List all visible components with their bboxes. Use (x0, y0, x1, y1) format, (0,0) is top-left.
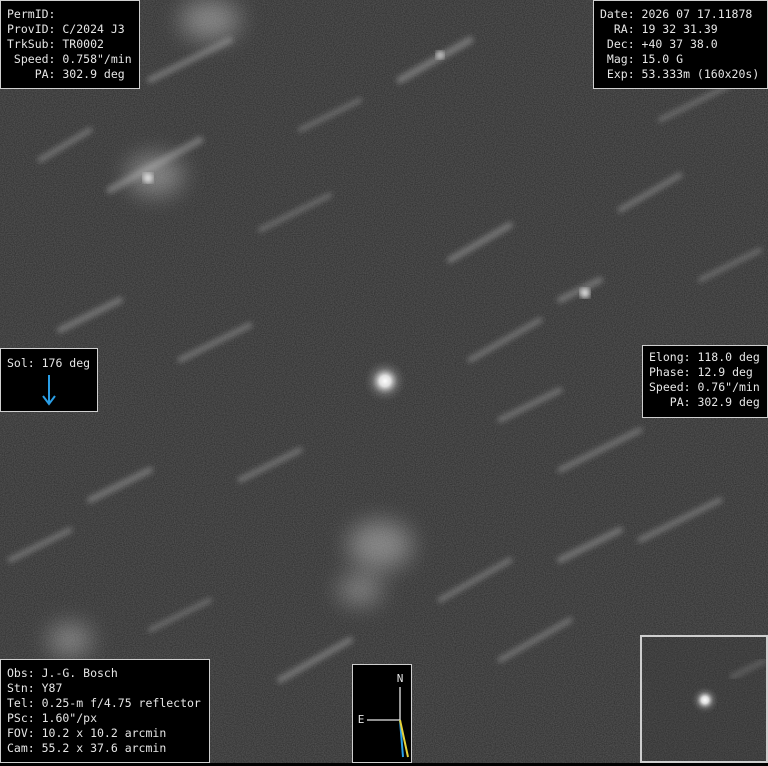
exposure-line: Exp: 53.333m (160x20s) (600, 67, 760, 81)
object-info-panel: PermID: ProvID: C/2024 J3 TrkSub: TR0002… (0, 0, 140, 89)
sol-label: Sol: 176 deg (7, 356, 91, 370)
target-zoom-inset (640, 635, 768, 763)
observation-info-panel: Date: 2026 07 17.11878 RA: 19 32 31.39 D… (593, 0, 768, 89)
camera-line: Cam: 55.2 x 37.6 arcmin (7, 741, 167, 755)
sun-direction-arrow-icon (42, 375, 56, 406)
dec-line: Dec: +40 37 38.0 (600, 37, 718, 51)
pa-line: PA: 302.9 deg (649, 395, 760, 409)
station-line: Stn: Y87 (7, 681, 63, 695)
phase-line: Phase: 12.9 deg (649, 365, 753, 379)
fov-line: FOV: 10.2 x 10.2 arcmin (7, 726, 167, 740)
equipment-info-panel: Obs: J.-G. Bosch Stn: Y87 Tel: 0.25-m f/… (0, 659, 210, 763)
elongation-line: Elong: 118.0 deg (649, 350, 760, 364)
target-zoom-image (642, 637, 766, 761)
compass-east-label: E (358, 713, 365, 726)
geometry-info-panel: Elong: 118.0 deg Phase: 12.9 deg Speed: … (642, 345, 768, 418)
speed-line: Speed: 0.758"/min (7, 52, 132, 66)
sun-direction-panel: Sol: 176 deg (0, 348, 98, 412)
compass-north-label: N (397, 672, 404, 685)
pixel-scale-line: PSc: 1.60"/px (7, 711, 98, 725)
speed-line: Speed: 0.76"/min (649, 380, 760, 394)
ra-line: RA: 19 32 31.39 (600, 22, 718, 36)
compass-icon: N E (358, 672, 409, 758)
trksub-line: TrkSub: TR0002 (7, 37, 104, 51)
compass-panel: N E (352, 664, 412, 763)
pa-line: PA: 302.9 deg (7, 67, 125, 81)
prov-id-line: ProvID: C/2024 J3 (7, 22, 125, 36)
perm-id-line: PermID: (7, 7, 56, 21)
date-line: Date: 2026 07 17.11878 (600, 7, 753, 21)
mag-line: Mag: 15.0 G (600, 52, 684, 66)
telescope-line: Tel: 0.25-m f/4.75 reflector (7, 696, 201, 710)
observer-line: Obs: J.-G. Bosch (7, 666, 118, 680)
